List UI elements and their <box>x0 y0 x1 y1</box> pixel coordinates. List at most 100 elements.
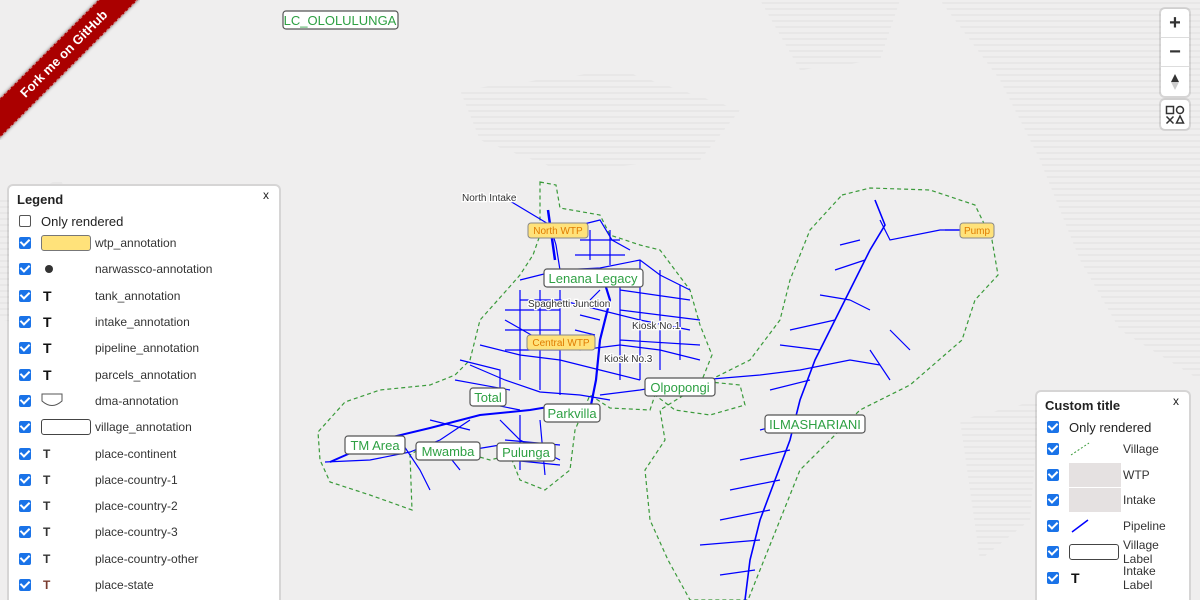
legend-item[interactable]: Ttank_annotation <box>19 283 269 309</box>
legend-item[interactable]: Tplace-country-other <box>19 546 269 572</box>
spaghetti-junction-label: Spaghetti Junction <box>528 299 610 310</box>
text-symbol-icon: T <box>43 287 52 304</box>
pump-label: Pump <box>959 222 995 239</box>
custom-legend-label: Intake Label <box>1123 563 1156 592</box>
legend-item[interactable]: Tplace-country-2 <box>19 493 269 519</box>
custom-legend-item[interactable]: T Intake Label <box>1047 563 1183 592</box>
legend-item[interactable]: wtp_annotation <box>19 230 269 256</box>
legend-checkbox[interactable] <box>19 447 31 460</box>
legend-item[interactable]: Tplace-country-1 <box>19 467 269 493</box>
legend-checkbox[interactable] <box>19 579 31 591</box>
custom-legend-label: Intake <box>1123 493 1156 508</box>
custom-legend-label: Pipeline <box>1123 519 1166 534</box>
svg-text:ILMASHARIANI: ILMASHARIANI <box>769 417 861 432</box>
legend-label: place-country-3 <box>95 525 178 540</box>
legend-label: place-country-other <box>95 551 199 566</box>
legend-checkbox[interactable] <box>19 263 31 276</box>
custom-legend-checkbox[interactable] <box>1047 494 1059 507</box>
legend-close-button[interactable]: x <box>263 188 269 202</box>
zoom-in-button[interactable]: + <box>1161 9 1189 38</box>
yellow-box-symbol <box>41 235 91 252</box>
legend-label: dma-annotation <box>95 393 179 408</box>
legend-label: pipeline_annotation <box>95 341 200 356</box>
legend-title: Legend <box>17 192 64 207</box>
legend-checkbox[interactable] <box>19 237 31 250</box>
legend-checkbox[interactable] <box>19 526 31 539</box>
zoom-out-button[interactable]: − <box>1161 38 1189 67</box>
legend-label: tank_annotation <box>95 288 181 303</box>
custom-only-rendered-label: Only rendered <box>1069 419 1152 435</box>
svg-text:Central WTP: Central WTP <box>532 338 590 349</box>
legend-label: parcels_annotation <box>95 367 197 382</box>
north-intake-label: North Intake <box>462 193 517 204</box>
legend-checkbox[interactable] <box>19 368 31 381</box>
legend-item[interactable]: Tplace-continent <box>19 440 269 466</box>
custom-legend-checkbox[interactable] <box>1047 546 1059 559</box>
legend-item[interactable]: Tplace-state <box>19 572 269 598</box>
dot-symbol <box>45 265 53 274</box>
custom-only-rendered-checkbox[interactable] <box>1047 421 1059 433</box>
legend-item[interactable]: Tpipeline_annotation <box>19 335 269 361</box>
text-symbol-icon: T <box>1071 569 1080 586</box>
github-ribbon-container: Fork me on GitHub <box>0 0 140 140</box>
custom-only-rendered-toggle[interactable]: Only rendered <box>1047 418 1183 436</box>
village-label-lenana: Lenana Legacy <box>543 268 644 288</box>
legend-checkbox[interactable] <box>19 394 31 407</box>
custom-legend-close-button[interactable]: x <box>1173 394 1179 408</box>
style-switcher-button[interactable] <box>1161 100 1189 129</box>
village-label-ilmashariani: ILMASHARIANI <box>764 414 866 434</box>
legend-item[interactable]: dma-annotation <box>19 388 269 414</box>
village-label-mwamba: Mwamba <box>415 441 481 461</box>
village-label-lc: LC_OLOLULUNGA <box>282 10 399 30</box>
legend-item[interactable]: village_annotation <box>19 414 269 440</box>
only-rendered-toggle[interactable]: Only rendered <box>19 212 269 230</box>
wtp-label-central: Central WTP <box>526 334 596 351</box>
custom-legend-checkbox[interactable] <box>1047 520 1059 533</box>
custom-legend-checkbox[interactable] <box>1047 571 1059 584</box>
svg-text:Mwamba: Mwamba <box>422 444 476 459</box>
village-label-pulunga: Pulunga <box>496 442 556 462</box>
compass-button[interactable] <box>1161 67 1189 96</box>
village-label-total: Total <box>469 387 507 407</box>
svg-text:Pulunga: Pulunga <box>502 445 550 460</box>
svg-text:LC_OLOLULUNGA: LC_OLOLULUNGA <box>284 13 397 28</box>
legend-checkbox[interactable] <box>19 421 31 434</box>
legend-item[interactable]: Tintake_annotation <box>19 309 269 335</box>
village-label-olpopongi: Olpopongi <box>644 377 716 397</box>
white-box-symbol <box>1069 544 1119 561</box>
legend-item[interactable]: narwassco-annotation <box>19 256 269 282</box>
legend-item[interactable]: Tplace-country-3 <box>19 519 269 545</box>
legend-checkbox[interactable] <box>19 316 31 329</box>
kiosk-1-label: Kiosk No.1 <box>632 321 681 332</box>
custom-legend-label: WTP <box>1123 467 1150 482</box>
svg-text:Olpopongi: Olpopongi <box>650 380 709 395</box>
legend-checkbox[interactable] <box>19 500 31 513</box>
legend-item[interactable]: Tparcels_annotation <box>19 361 269 387</box>
custom-legend-panel: Custom title x Only rendered Village WTP I… <box>1037 392 1189 600</box>
custom-legend-checkbox[interactable] <box>1047 468 1059 481</box>
legend-label: narwassco-annotation <box>95 262 213 277</box>
legend-checkbox[interactable] <box>19 342 31 355</box>
legend-label: intake_annotation <box>95 315 190 330</box>
fork-me-ribbon[interactable]: Fork me on GitHub <box>0 0 140 140</box>
shapes-icon <box>1165 105 1185 124</box>
text-symbol-icon: T <box>43 366 52 383</box>
legend-checkbox[interactable] <box>19 552 31 565</box>
custom-legend-item[interactable]: Pipeline <box>1047 513 1183 539</box>
custom-legend-item[interactable]: WTP <box>1047 462 1183 488</box>
legend-checkbox[interactable] <box>19 473 31 486</box>
svg-text:North WTP: North WTP <box>533 226 583 237</box>
custom-legend-item[interactable]: Village <box>1047 436 1183 462</box>
custom-legend-checkbox[interactable] <box>1047 442 1059 455</box>
custom-legend-item[interactable]: Intake <box>1047 488 1183 514</box>
compass-icon <box>1171 73 1179 90</box>
legend-checkbox[interactable] <box>19 289 31 302</box>
legend-label: place-state <box>95 578 154 592</box>
text-symbol-icon: T <box>43 340 52 357</box>
legend-label: place-country-2 <box>95 499 178 514</box>
blue-line-symbol <box>1071 519 1089 533</box>
only-rendered-checkbox[interactable] <box>19 215 31 227</box>
svg-text:Pump: Pump <box>964 226 991 237</box>
legend-label: wtp_annotation <box>95 236 177 251</box>
custom-legend-item[interactable]: Village Label <box>1047 538 1183 566</box>
